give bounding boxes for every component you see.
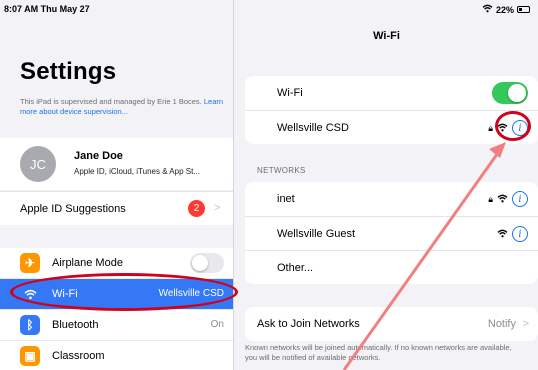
info-icon[interactable]: i [512, 226, 528, 242]
apple-id-suggestions-label: Apple ID Suggestions [20, 203, 126, 215]
profile-subtitle: Apple ID, iCloud, iTunes & App St... [74, 167, 200, 176]
lock-icon: 🔒︎ [488, 122, 493, 133]
network-name: Wellsville Guest [277, 228, 356, 240]
sidebar-item-classroom[interactable]: ▣ Classroom [0, 341, 233, 370]
networks-header: NETWORKS [257, 166, 306, 175]
supervision-notice: This iPad is supervised and managed by E… [20, 97, 225, 117]
network-row-inet[interactable]: inet 🔒︎ i [245, 182, 538, 216]
supervision-text: This iPad is supervised and managed by E… [20, 97, 202, 106]
sidebar-item-label: Classroom [52, 350, 105, 362]
wifi-toggle-card: Wi-Fi Wellsville CSD 🔒︎ i [245, 76, 538, 144]
status-time: 8:07 AM Thu May 27 [4, 4, 90, 14]
ask-to-join-footnote: Known networks will be joined automatica… [245, 343, 512, 362]
wifi-detail-pane: 22% Wi-Fi Wi-Fi Wellsville CSD 🔒︎ i NETW… [235, 0, 538, 370]
airplane-mode-toggle[interactable] [190, 253, 224, 273]
chevron-right-icon: > [522, 318, 529, 330]
profile-name: Jane Doe [74, 150, 123, 162]
network-name: inet [277, 193, 295, 205]
wifi-toggle[interactable] [492, 82, 528, 104]
wifi-toggle-row: Wi-Fi [245, 76, 538, 110]
wifi-status-icon [482, 4, 493, 15]
other-network-row[interactable]: Other... [245, 250, 538, 284]
network-row-wellsville-guest[interactable]: Wellsville Guest i [245, 216, 538, 250]
wifi-signal-icon [497, 190, 508, 208]
ask-to-join-value: Notify [487, 318, 516, 330]
highlight-ellipse-wifi [10, 273, 238, 311]
wifi-signal-icon [497, 225, 508, 243]
sidebar-item-bluetooth[interactable]: ᛒ Bluetooth On [0, 310, 233, 341]
detail-title: Wi-Fi [373, 30, 400, 42]
apple-id-suggestions[interactable]: Apple ID Suggestions 2 > [0, 191, 233, 225]
ask-to-join-card: Ask to Join Networks Notify > [245, 307, 538, 341]
page-title: Settings [20, 58, 117, 85]
bluetooth-icon: ᛒ [20, 315, 40, 335]
networks-card: inet 🔒︎ i Wellsville Guest i Other... [245, 182, 538, 284]
battery-percent: 22% [495, 4, 514, 15]
avatar: JC [20, 146, 56, 182]
notification-badge: 2 [188, 200, 205, 217]
ask-to-join-row[interactable]: Ask to Join Networks Notify > [245, 307, 538, 341]
highlight-circle-info [495, 111, 531, 141]
sidebar-item-value: On [210, 319, 224, 330]
apple-id-profile[interactable]: JC Jane Doe Apple ID, iCloud, iTunes & A… [0, 138, 233, 190]
network-status-icons: i [497, 225, 528, 243]
battery-icon [517, 6, 530, 13]
info-icon[interactable]: i [512, 191, 528, 207]
status-indicators: 22% [482, 4, 530, 15]
ask-to-join-label: Ask to Join Networks [257, 318, 360, 330]
settings-sidebar: 8:07 AM Thu May 27 Settings This iPad is… [0, 0, 234, 370]
wifi-label: Wi-Fi [277, 87, 303, 99]
network-status-icons: 🔒︎ i [488, 190, 528, 208]
lock-icon: 🔒︎ [488, 193, 493, 204]
connected-network-name: Wellsville CSD [277, 122, 349, 134]
sidebar-item-label: Airplane Mode [52, 257, 123, 269]
chevron-right-icon: > [214, 202, 221, 214]
classroom-icon: ▣ [20, 346, 40, 366]
airplane-icon: ✈ [20, 253, 40, 273]
sidebar-item-label: Bluetooth [52, 319, 99, 331]
other-label: Other... [277, 262, 314, 274]
